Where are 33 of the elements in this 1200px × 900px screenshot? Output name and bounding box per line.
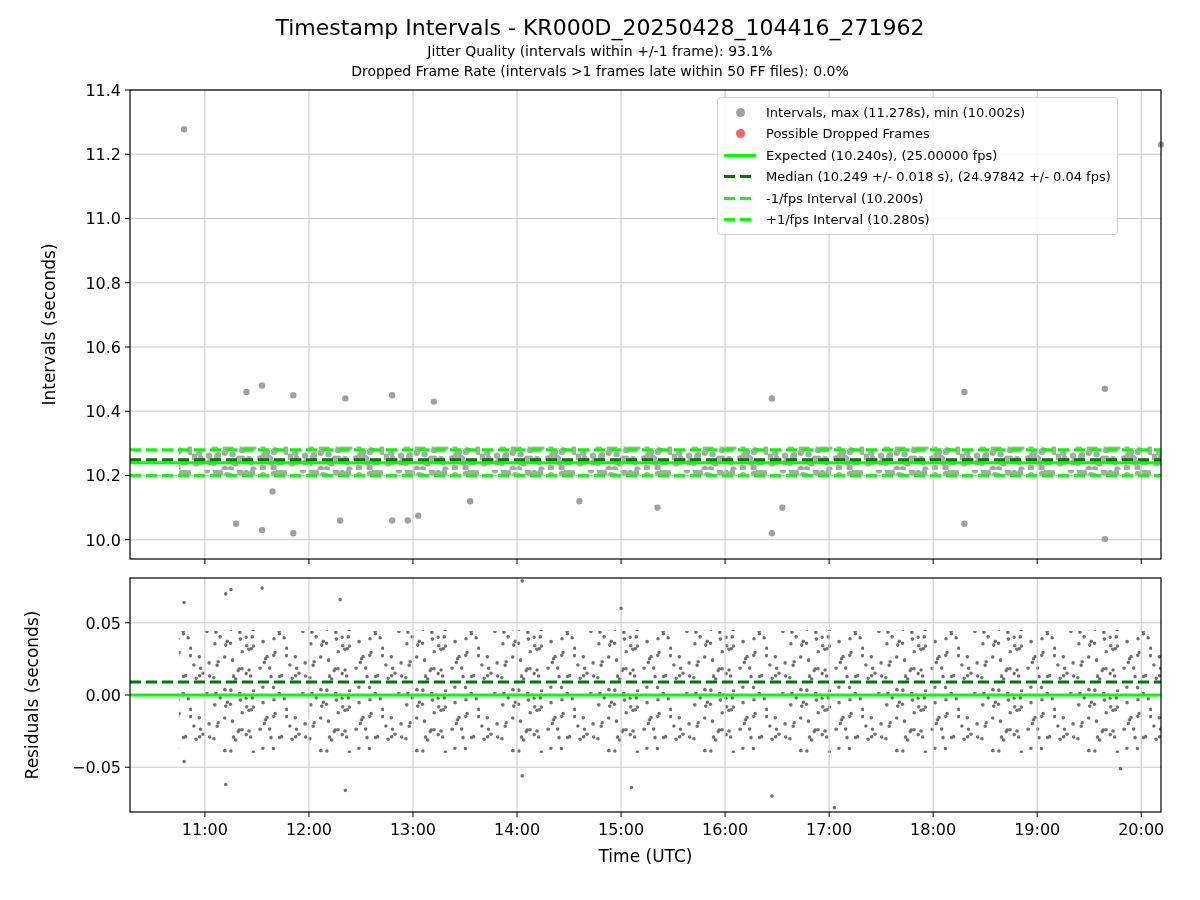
axis-tick-label: 13:00 [389, 820, 437, 839]
axis-tick-label: 10.0 [85, 530, 121, 550]
legend-label: Possible Dropped Frames [766, 126, 930, 142]
axis-tick-label: 0.00 [85, 686, 121, 705]
axis-title: Residuals (seconds) [22, 610, 42, 780]
axis-tick-label: 11:00 [181, 820, 228, 839]
legend-label: Median (10.249 +/- 0.018 s), (24.97842 +/- 0.04 fps) [766, 169, 1111, 185]
axis-tick-label: 12:00 [285, 820, 332, 839]
legend-label: Intervals, max (11.278s), min (10.002s) [766, 104, 1025, 120]
axis-tick-label: 10.4 [85, 402, 121, 422]
chart-title: Timestamp Intervals - KR000D_20250428_104416_271962 [275, 15, 925, 41]
legend-label: Expected (10.240s), (25.00000 fps) [766, 147, 998, 163]
axis-tick-label: −0.05 [71, 758, 121, 778]
axis-tick-label: 10.8 [85, 273, 121, 293]
axis-tick-label: 15:00 [598, 820, 645, 839]
axis-tick-label: 14:00 [493, 820, 541, 839]
axis-tick-label: 17:00 [806, 820, 853, 839]
axis-tick-label: 19:00 [1014, 820, 1061, 839]
axis-tick-label: 16:00 [702, 820, 749, 839]
legend-label: -1/fps Interval (10.200s) [766, 190, 924, 206]
chart-subtitle: Jitter Quality (intervals within +/-1 frame): 93.1% [427, 42, 773, 61]
axis-tick-label: 20:00 [1118, 820, 1165, 839]
axis-title: Intervals (seconds) [39, 243, 59, 406]
axis-title: Time (UTC) [598, 846, 693, 866]
chart-subtitle: Dropped Frame Rate (intervals >1 frames late within 50 FF files): 0.0% [351, 62, 849, 81]
axis-tick-label: 11.4 [85, 81, 121, 100]
axis-tick-label: 11.0 [85, 209, 121, 229]
axis-tick-label: 11.2 [85, 145, 121, 165]
axis-tick-label: 18:00 [910, 820, 957, 839]
axis-tick-label: 0.05 [85, 613, 121, 633]
legend-label: +1/fps Interval (10.280s) [766, 212, 930, 228]
axis-tick-label: 10.2 [85, 466, 121, 486]
axis-tick-label: 10.6 [85, 338, 121, 357]
